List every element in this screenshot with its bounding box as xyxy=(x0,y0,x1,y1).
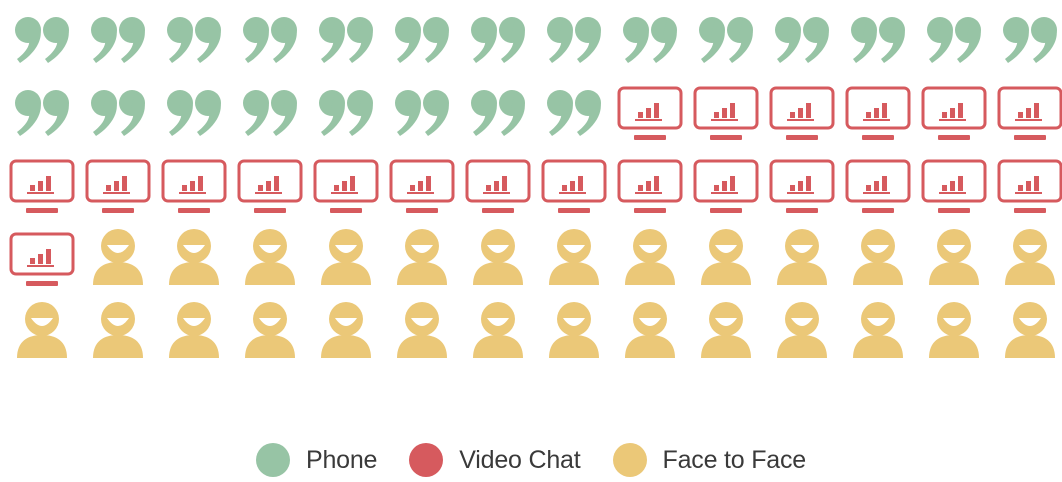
waffle-cell-video-chat xyxy=(769,159,835,213)
waffle-cell-video-chat xyxy=(85,159,151,213)
waffle-cell-phone xyxy=(1003,17,1057,63)
waffle-cell-face-to-face xyxy=(245,302,295,358)
waffle-cell-face-to-face xyxy=(777,229,827,285)
waffle-cell-phone xyxy=(547,90,601,136)
waffle-cell-face-to-face xyxy=(17,302,67,358)
waffle-cell-face-to-face xyxy=(701,302,751,358)
waffle-cell-phone xyxy=(319,17,373,63)
waffle-cell-face-to-face xyxy=(169,302,219,358)
waffle-cell-face-to-face xyxy=(1005,302,1055,358)
waffle-cell-video-chat xyxy=(389,159,455,213)
waffle-cell-video-chat xyxy=(9,159,75,213)
waffle-cell-face-to-face xyxy=(473,302,523,358)
waffle-cell-video-chat xyxy=(921,86,987,140)
waffle-cell-phone xyxy=(243,17,297,63)
waffle-cell-phone xyxy=(15,17,69,63)
waffle-cell-face-to-face xyxy=(625,302,675,358)
waffle-cell-face-to-face xyxy=(777,302,827,358)
waffle-cell-face-to-face xyxy=(853,229,903,285)
waffle-cell-phone xyxy=(91,17,145,63)
legend-item-video-chat: Video Chat xyxy=(409,443,581,477)
legend-swatch-phone xyxy=(255,443,290,477)
waffle-cell-phone xyxy=(243,90,297,136)
waffle-cell-phone xyxy=(699,17,753,63)
waffle-cell-video-chat xyxy=(541,159,607,213)
waffle-cell-video-chat xyxy=(921,159,987,213)
waffle-cell-video-chat xyxy=(9,232,75,286)
waffle-cell-face-to-face xyxy=(625,229,675,285)
waffle-cell-phone xyxy=(319,90,373,136)
waffle-cell-phone xyxy=(547,17,601,63)
waffle-cell-video-chat xyxy=(997,159,1062,213)
waffle-cell-phone xyxy=(775,17,829,63)
legend-label-phone: Phone xyxy=(305,445,378,474)
waffle-cell-video-chat xyxy=(161,159,227,213)
waffle-cell-phone xyxy=(471,90,525,136)
waffle-cell-video-chat xyxy=(997,86,1062,140)
waffle-cell-video-chat xyxy=(237,159,303,213)
legend-swatch-video-chat xyxy=(409,443,444,477)
legend-item-phone: Phone xyxy=(255,443,378,477)
waffle-cell-face-to-face xyxy=(549,302,599,358)
waffle-cell-face-to-face xyxy=(549,229,599,285)
waffle-cell-phone xyxy=(851,17,905,63)
waffle-cell-face-to-face xyxy=(853,302,903,358)
waffle-cell-face-to-face xyxy=(397,302,447,358)
waffle-cell-video-chat xyxy=(845,159,911,213)
waffle-cell-video-chat xyxy=(465,159,531,213)
waffle-cell-phone xyxy=(395,90,449,136)
waffle-cell-video-chat xyxy=(617,86,683,140)
legend-label-face-to-face: Face to Face xyxy=(662,445,807,474)
waffle-cell-face-to-face xyxy=(397,229,447,285)
waffle-cell-video-chat xyxy=(769,86,835,140)
legend-item-face-to-face: Face to Face xyxy=(612,443,807,477)
waffle-cell-phone xyxy=(167,17,221,63)
waffle-cell-face-to-face xyxy=(473,229,523,285)
waffle-cell-face-to-face xyxy=(1005,229,1055,285)
waffle-cell-face-to-face xyxy=(245,229,295,285)
waffle-cell-video-chat xyxy=(693,86,759,140)
waffle-chart xyxy=(9,17,1062,358)
waffle-cell-phone xyxy=(471,17,525,63)
waffle-cell-phone xyxy=(927,17,981,63)
waffle-cell-face-to-face xyxy=(93,302,143,358)
waffle-cell-face-to-face xyxy=(169,229,219,285)
waffle-cell-face-to-face xyxy=(321,302,371,358)
waffle-cell-face-to-face xyxy=(701,229,751,285)
waffle-cell-phone xyxy=(167,90,221,136)
waffle-cell-phone xyxy=(91,90,145,136)
waffle-cell-video-chat xyxy=(693,159,759,213)
waffle-cell-phone xyxy=(623,17,677,63)
waffle-cell-phone xyxy=(15,90,69,136)
waffle-cell-video-chat xyxy=(313,159,379,213)
legend-label-video-chat: Video Chat xyxy=(459,445,581,474)
legend-swatch-face-to-face xyxy=(612,443,647,477)
legend: Phone Video Chat Face to Face xyxy=(0,438,1062,482)
waffle-cell-phone xyxy=(395,17,449,63)
waffle-cell-face-to-face xyxy=(929,229,979,285)
waffle-cell-video-chat xyxy=(845,86,911,140)
waffle-cell-video-chat xyxy=(617,159,683,213)
waffle-cell-face-to-face xyxy=(93,229,143,285)
waffle-cell-face-to-face xyxy=(321,229,371,285)
waffle-cell-face-to-face xyxy=(929,302,979,358)
